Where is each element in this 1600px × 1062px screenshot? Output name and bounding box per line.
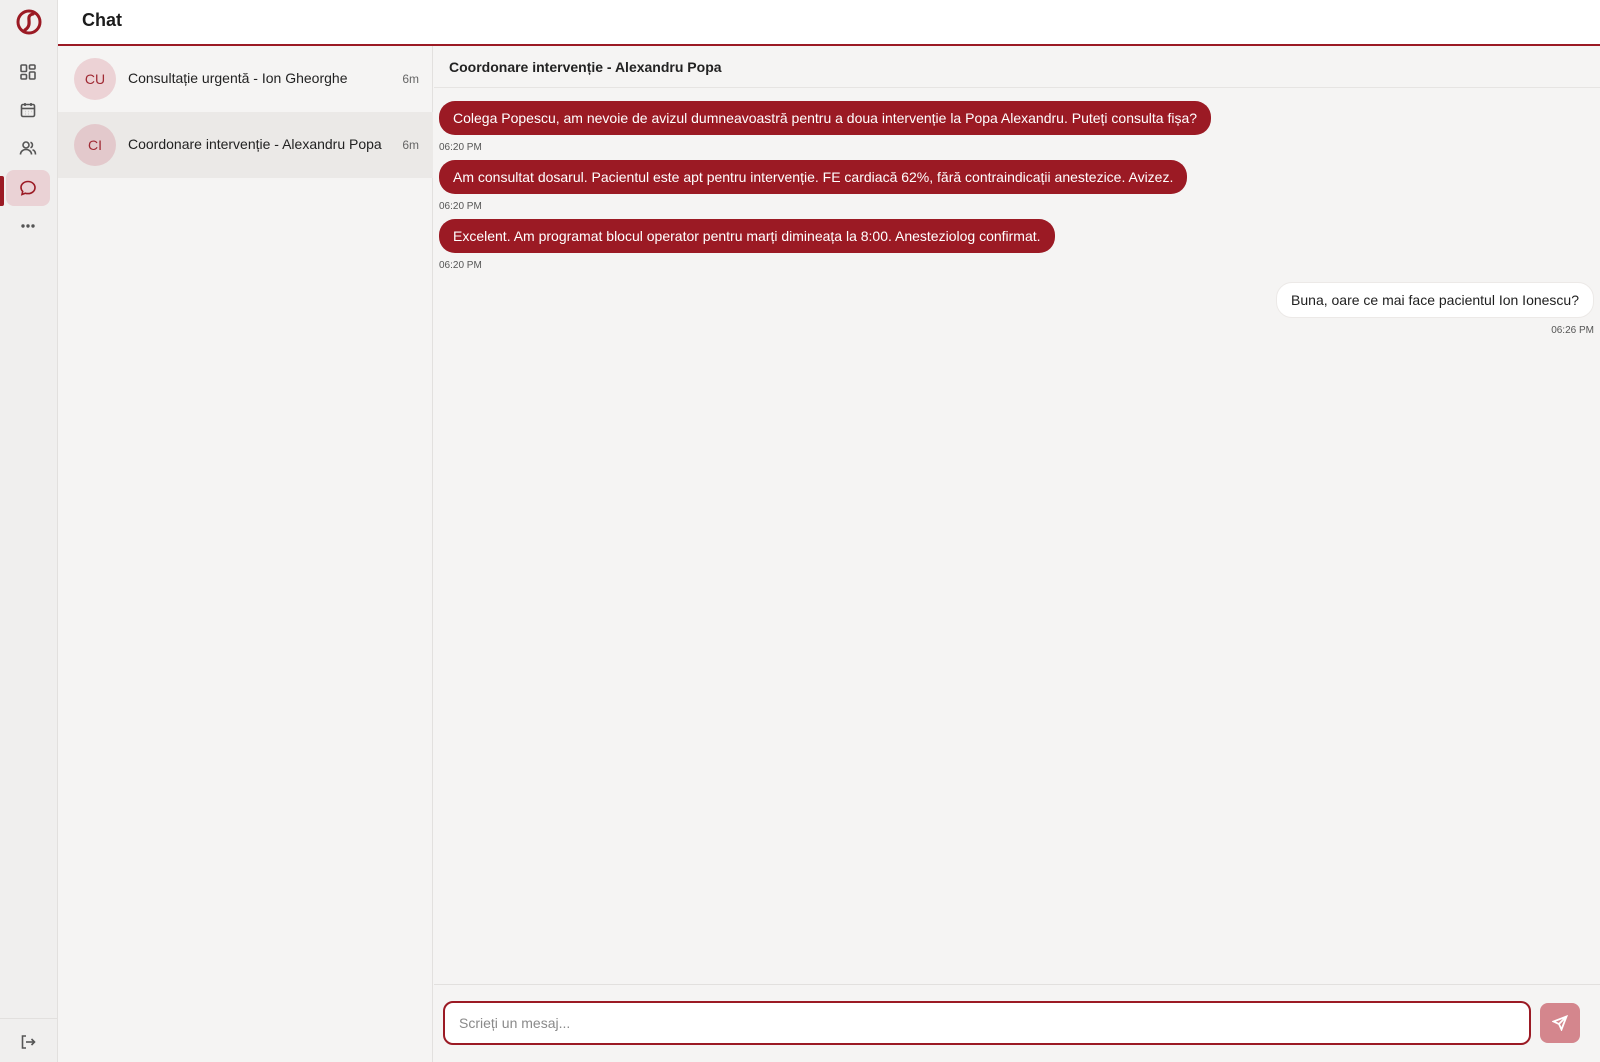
message-outgoing: Buna, oare ce mai face pacientul Ion Ion… — [1276, 282, 1594, 340]
nav-more-button[interactable] — [6, 208, 50, 244]
message-time: 06:20 PM — [439, 201, 482, 212]
nav-chat-button[interactable] — [6, 170, 50, 206]
message-incoming: Am consultat dosarul. Pacientul este apt… — [439, 160, 1188, 216]
nav-dashboard-button[interactable] — [6, 54, 50, 90]
top-header: Chat — [58, 0, 1600, 46]
nav-patients-button[interactable] — [6, 130, 50, 166]
conversation-time: 6m — [402, 138, 419, 152]
message-bubble: Buna, oare ce mai face pacientul Ion Ion… — [1276, 282, 1594, 318]
icon-rail — [0, 0, 58, 1062]
rail-divider — [0, 1018, 58, 1019]
chat-title: Coordonare intervenție - Alexandru Popa — [449, 59, 722, 75]
message-time: 06:26 PM — [1551, 325, 1594, 336]
logout-button[interactable] — [6, 1024, 50, 1060]
message-time: 06:20 PM — [439, 260, 482, 271]
active-nav-indicator — [0, 176, 4, 206]
page-title: Chat — [82, 10, 122, 30]
chat-header: Coordonare intervenție - Alexandru Popa — [434, 46, 1600, 88]
send-button[interactable] — [1540, 1003, 1580, 1043]
chat-panel: Coordonare intervenție - Alexandru Popa … — [434, 46, 1600, 1062]
message-time: 06:20 PM — [439, 142, 482, 153]
send-icon — [1552, 1015, 1568, 1031]
conversation-title: Consultație urgentă - Ion Gheorghe — [128, 70, 348, 86]
conversation-title: Coordonare intervenție - Alexandru Popa — [128, 136, 382, 152]
conversation-time: 6m — [402, 72, 419, 86]
avatar: CI — [74, 124, 116, 166]
message-incoming: Colega Popescu, am nevoie de avizul dumn… — [439, 101, 1212, 157]
chat-icon — [20, 180, 36, 196]
nav-calendar-button[interactable] — [6, 92, 50, 128]
message-input[interactable] — [443, 1001, 1531, 1045]
logout-icon — [21, 1035, 36, 1049]
conversation-item-selected[interactable]: CI Coordonare intervenție - Alexandru Po… — [58, 112, 433, 178]
app-root: Chat CU Consultație urgentă - Ion Gheorg… — [0, 0, 1600, 1062]
more-icon — [21, 224, 35, 228]
message-composer — [434, 984, 1600, 1062]
conversation-list: CU Consultație urgentă - Ion Gheorghe 6m… — [58, 46, 433, 1062]
app-logo-icon[interactable] — [0, 0, 58, 44]
calendar-icon — [20, 103, 36, 118]
message-bubble: Excelent. Am programat blocul operator p… — [439, 219, 1055, 253]
message-incoming: Excelent. Am programat blocul operator p… — [439, 219, 1055, 275]
conversation-item[interactable]: CU Consultație urgentă - Ion Gheorghe 6m — [58, 46, 433, 112]
message-bubble: Am consultat dosarul. Pacientul este apt… — [439, 160, 1188, 194]
dashboard-icon — [20, 64, 36, 80]
users-icon — [19, 141, 37, 155]
message-bubble: Colega Popescu, am nevoie de avizul dumn… — [439, 101, 1212, 135]
avatar: CU — [74, 58, 116, 100]
